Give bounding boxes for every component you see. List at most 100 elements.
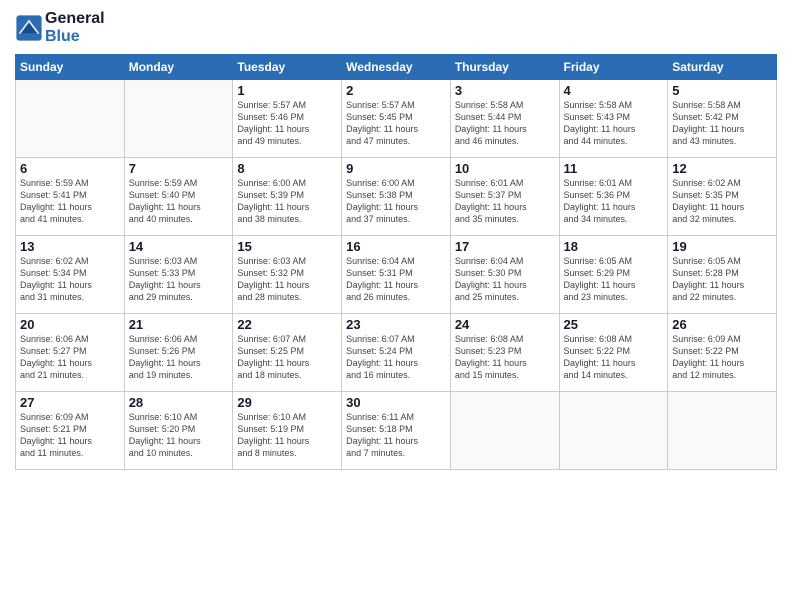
day-cell: 3Sunrise: 5:58 AM Sunset: 5:44 PM Daylig…	[450, 80, 559, 158]
day-cell: 25Sunrise: 6:08 AM Sunset: 5:22 PM Dayli…	[559, 314, 668, 392]
day-cell: 23Sunrise: 6:07 AM Sunset: 5:24 PM Dayli…	[342, 314, 451, 392]
day-cell: 4Sunrise: 5:58 AM Sunset: 5:43 PM Daylig…	[559, 80, 668, 158]
day-detail: Sunrise: 5:57 AM Sunset: 5:45 PM Dayligh…	[346, 99, 446, 148]
day-cell: 22Sunrise: 6:07 AM Sunset: 5:25 PM Dayli…	[233, 314, 342, 392]
weekday-header-sunday: Sunday	[16, 55, 125, 80]
day-detail: Sunrise: 6:06 AM Sunset: 5:26 PM Dayligh…	[129, 333, 229, 382]
day-detail: Sunrise: 6:09 AM Sunset: 5:21 PM Dayligh…	[20, 411, 120, 460]
day-number: 20	[20, 317, 120, 332]
day-detail: Sunrise: 6:04 AM Sunset: 5:31 PM Dayligh…	[346, 255, 446, 304]
weekday-header-tuesday: Tuesday	[233, 55, 342, 80]
day-number: 7	[129, 161, 229, 176]
day-detail: Sunrise: 6:00 AM Sunset: 5:39 PM Dayligh…	[237, 177, 337, 226]
day-number: 19	[672, 239, 772, 254]
day-number: 27	[20, 395, 120, 410]
day-cell: 18Sunrise: 6:05 AM Sunset: 5:29 PM Dayli…	[559, 236, 668, 314]
day-number: 28	[129, 395, 229, 410]
weekday-header-monday: Monday	[124, 55, 233, 80]
day-detail: Sunrise: 6:02 AM Sunset: 5:35 PM Dayligh…	[672, 177, 772, 226]
header: General Blue	[15, 10, 777, 46]
day-detail: Sunrise: 6:06 AM Sunset: 5:27 PM Dayligh…	[20, 333, 120, 382]
day-cell: 28Sunrise: 6:10 AM Sunset: 5:20 PM Dayli…	[124, 392, 233, 470]
day-cell	[559, 392, 668, 470]
week-row-5: 27Sunrise: 6:09 AM Sunset: 5:21 PM Dayli…	[16, 392, 777, 470]
weekday-header-thursday: Thursday	[450, 55, 559, 80]
day-number: 22	[237, 317, 337, 332]
day-number: 12	[672, 161, 772, 176]
day-number: 10	[455, 161, 555, 176]
day-detail: Sunrise: 6:03 AM Sunset: 5:32 PM Dayligh…	[237, 255, 337, 304]
day-cell: 1Sunrise: 5:57 AM Sunset: 5:46 PM Daylig…	[233, 80, 342, 158]
weekday-header-row: SundayMondayTuesdayWednesdayThursdayFrid…	[16, 55, 777, 80]
day-cell: 10Sunrise: 6:01 AM Sunset: 5:37 PM Dayli…	[450, 158, 559, 236]
day-cell: 26Sunrise: 6:09 AM Sunset: 5:22 PM Dayli…	[668, 314, 777, 392]
weekday-header-wednesday: Wednesday	[342, 55, 451, 80]
day-detail: Sunrise: 6:01 AM Sunset: 5:36 PM Dayligh…	[564, 177, 664, 226]
page: General Blue SundayMondayTuesdayWednesda…	[0, 0, 792, 612]
day-cell	[16, 80, 125, 158]
day-cell: 2Sunrise: 5:57 AM Sunset: 5:45 PM Daylig…	[342, 80, 451, 158]
day-cell: 16Sunrise: 6:04 AM Sunset: 5:31 PM Dayli…	[342, 236, 451, 314]
day-detail: Sunrise: 6:08 AM Sunset: 5:22 PM Dayligh…	[564, 333, 664, 382]
day-cell: 24Sunrise: 6:08 AM Sunset: 5:23 PM Dayli…	[450, 314, 559, 392]
day-cell: 29Sunrise: 6:10 AM Sunset: 5:19 PM Dayli…	[233, 392, 342, 470]
day-number: 21	[129, 317, 229, 332]
day-cell: 30Sunrise: 6:11 AM Sunset: 5:18 PM Dayli…	[342, 392, 451, 470]
day-detail: Sunrise: 5:59 AM Sunset: 5:41 PM Dayligh…	[20, 177, 120, 226]
week-row-4: 20Sunrise: 6:06 AM Sunset: 5:27 PM Dayli…	[16, 314, 777, 392]
day-number: 16	[346, 239, 446, 254]
day-detail: Sunrise: 6:10 AM Sunset: 5:20 PM Dayligh…	[129, 411, 229, 460]
day-number: 30	[346, 395, 446, 410]
day-number: 4	[564, 83, 664, 98]
day-cell: 19Sunrise: 6:05 AM Sunset: 5:28 PM Dayli…	[668, 236, 777, 314]
day-cell: 12Sunrise: 6:02 AM Sunset: 5:35 PM Dayli…	[668, 158, 777, 236]
day-number: 18	[564, 239, 664, 254]
day-number: 2	[346, 83, 446, 98]
day-number: 8	[237, 161, 337, 176]
logo-text: General Blue	[45, 10, 105, 46]
day-number: 9	[346, 161, 446, 176]
day-cell: 9Sunrise: 6:00 AM Sunset: 5:38 PM Daylig…	[342, 158, 451, 236]
day-cell: 17Sunrise: 6:04 AM Sunset: 5:30 PM Dayli…	[450, 236, 559, 314]
calendar: SundayMondayTuesdayWednesdayThursdayFrid…	[15, 54, 777, 470]
day-number: 1	[237, 83, 337, 98]
day-detail: Sunrise: 6:03 AM Sunset: 5:33 PM Dayligh…	[129, 255, 229, 304]
day-cell: 13Sunrise: 6:02 AM Sunset: 5:34 PM Dayli…	[16, 236, 125, 314]
day-detail: Sunrise: 5:59 AM Sunset: 5:40 PM Dayligh…	[129, 177, 229, 226]
week-row-1: 1Sunrise: 5:57 AM Sunset: 5:46 PM Daylig…	[16, 80, 777, 158]
day-number: 11	[564, 161, 664, 176]
day-detail: Sunrise: 6:07 AM Sunset: 5:25 PM Dayligh…	[237, 333, 337, 382]
day-cell: 5Sunrise: 5:58 AM Sunset: 5:42 PM Daylig…	[668, 80, 777, 158]
weekday-header-saturday: Saturday	[668, 55, 777, 80]
day-cell: 11Sunrise: 6:01 AM Sunset: 5:36 PM Dayli…	[559, 158, 668, 236]
day-number: 23	[346, 317, 446, 332]
day-detail: Sunrise: 6:07 AM Sunset: 5:24 PM Dayligh…	[346, 333, 446, 382]
week-row-3: 13Sunrise: 6:02 AM Sunset: 5:34 PM Dayli…	[16, 236, 777, 314]
weekday-header-friday: Friday	[559, 55, 668, 80]
day-cell	[668, 392, 777, 470]
day-cell	[450, 392, 559, 470]
logo-icon	[15, 14, 43, 42]
day-detail: Sunrise: 6:01 AM Sunset: 5:37 PM Dayligh…	[455, 177, 555, 226]
day-number: 24	[455, 317, 555, 332]
day-detail: Sunrise: 6:11 AM Sunset: 5:18 PM Dayligh…	[346, 411, 446, 460]
day-detail: Sunrise: 6:10 AM Sunset: 5:19 PM Dayligh…	[237, 411, 337, 460]
day-cell: 27Sunrise: 6:09 AM Sunset: 5:21 PM Dayli…	[16, 392, 125, 470]
day-detail: Sunrise: 5:58 AM Sunset: 5:43 PM Dayligh…	[564, 99, 664, 148]
day-cell: 15Sunrise: 6:03 AM Sunset: 5:32 PM Dayli…	[233, 236, 342, 314]
day-number: 25	[564, 317, 664, 332]
day-cell: 6Sunrise: 5:59 AM Sunset: 5:41 PM Daylig…	[16, 158, 125, 236]
day-cell: 21Sunrise: 6:06 AM Sunset: 5:26 PM Dayli…	[124, 314, 233, 392]
day-number: 15	[237, 239, 337, 254]
day-cell: 7Sunrise: 5:59 AM Sunset: 5:40 PM Daylig…	[124, 158, 233, 236]
day-detail: Sunrise: 6:05 AM Sunset: 5:29 PM Dayligh…	[564, 255, 664, 304]
day-number: 29	[237, 395, 337, 410]
day-detail: Sunrise: 5:57 AM Sunset: 5:46 PM Dayligh…	[237, 99, 337, 148]
day-detail: Sunrise: 6:02 AM Sunset: 5:34 PM Dayligh…	[20, 255, 120, 304]
day-number: 5	[672, 83, 772, 98]
day-number: 26	[672, 317, 772, 332]
day-detail: Sunrise: 6:05 AM Sunset: 5:28 PM Dayligh…	[672, 255, 772, 304]
day-number: 6	[20, 161, 120, 176]
day-cell: 8Sunrise: 6:00 AM Sunset: 5:39 PM Daylig…	[233, 158, 342, 236]
day-number: 17	[455, 239, 555, 254]
